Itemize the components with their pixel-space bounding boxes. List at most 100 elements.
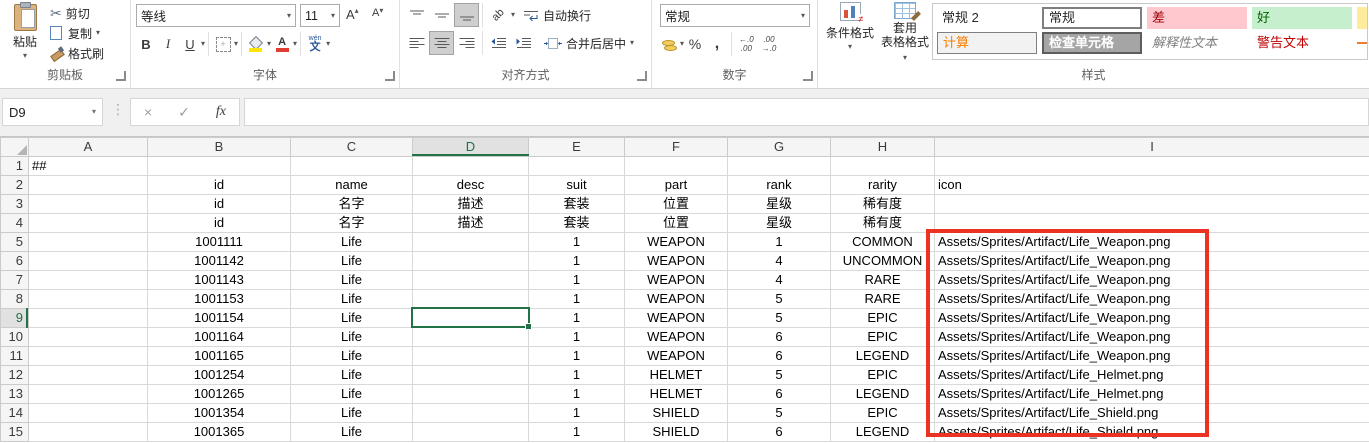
cell-F15[interactable]: SHIELD: [625, 423, 728, 442]
cell-E2[interactable]: suit: [529, 176, 625, 195]
cell-F12[interactable]: HELMET: [625, 366, 728, 385]
cell-style-normal[interactable]: 常规: [1042, 7, 1142, 29]
cell-B5[interactable]: 1001111: [148, 233, 291, 252]
merge-center-button[interactable]: 合并后居中 ▾: [544, 35, 634, 52]
cell-B8[interactable]: 1001153: [148, 290, 291, 309]
format-as-table-button[interactable]: 套用 表格格式 ▾: [878, 2, 932, 63]
row-header-4[interactable]: 4: [1, 214, 29, 233]
row-header-6[interactable]: 6: [1, 252, 29, 271]
cell-D3[interactable]: 描述: [413, 195, 529, 214]
insert-function-icon[interactable]: fx: [216, 104, 226, 120]
cell-D14[interactable]: [413, 404, 529, 423]
cell-A15[interactable]: [29, 423, 148, 442]
align-center-icon[interactable]: [429, 31, 454, 55]
cell-A4[interactable]: [29, 214, 148, 233]
cell-H9[interactable]: EPIC: [831, 309, 935, 328]
fill-handle[interactable]: [525, 323, 532, 330]
cell-A8[interactable]: [29, 290, 148, 309]
active-cell-selection[interactable]: [411, 307, 530, 328]
decrease-decimal-button[interactable]: .00 →.0: [762, 35, 777, 53]
cell-I10[interactable]: Assets/Sprites/Artifact/Life_Weapon.png: [935, 328, 1369, 347]
row-header-15[interactable]: 15: [1, 423, 29, 442]
cell-C10[interactable]: Life: [291, 328, 413, 347]
cell-A5[interactable]: [29, 233, 148, 252]
row-header-2[interactable]: 2: [1, 176, 29, 195]
cell-G9[interactable]: 5: [728, 309, 831, 328]
cell-B4[interactable]: id: [148, 214, 291, 233]
cell-A1[interactable]: ##: [29, 157, 148, 176]
cell-G6[interactable]: 4: [728, 252, 831, 271]
row-header-5[interactable]: 5: [1, 233, 29, 252]
cell-E15[interactable]: 1: [529, 423, 625, 442]
column-header-H[interactable]: H: [831, 138, 935, 157]
conditional-formatting-button[interactable]: ≠ 条件格式 ▾: [824, 2, 876, 51]
cell-A11[interactable]: [29, 347, 148, 366]
cancel-icon[interactable]: ×: [144, 104, 152, 120]
cell-B15[interactable]: 1001365: [148, 423, 291, 442]
cell-B9[interactable]: 1001154: [148, 309, 291, 328]
cell-I14[interactable]: Assets/Sprites/Artifact/Life_Shield.png: [935, 404, 1369, 423]
cell-H11[interactable]: LEGEND: [831, 347, 935, 366]
cell-E4[interactable]: 套装: [529, 214, 625, 233]
cell-I11[interactable]: Assets/Sprites/Artifact/Life_Weapon.png: [935, 347, 1369, 366]
cell-D11[interactable]: [413, 347, 529, 366]
underline-button[interactable]: U: [179, 33, 201, 55]
cell-I13[interactable]: Assets/Sprites/Artifact/Life_Helmet.png: [935, 385, 1369, 404]
cell-H1[interactable]: [831, 157, 935, 176]
column-header-C[interactable]: C: [291, 138, 413, 157]
cell-A6[interactable]: [29, 252, 148, 271]
cell-C2[interactable]: name: [291, 176, 413, 195]
cell-F3[interactable]: 位置: [625, 195, 728, 214]
increase-decimal-button[interactable]: ←.0 .00: [739, 35, 754, 53]
cell-E5[interactable]: 1: [529, 233, 625, 252]
cell-H10[interactable]: EPIC: [831, 328, 935, 347]
cell-G12[interactable]: 5: [728, 366, 831, 385]
row-header-7[interactable]: 7: [1, 271, 29, 290]
cell-G13[interactable]: 6: [728, 385, 831, 404]
cell-I4[interactable]: [935, 214, 1369, 233]
cell-E10[interactable]: 1: [529, 328, 625, 347]
wrap-text-button[interactable]: 自动换行: [523, 7, 591, 24]
cell-E9[interactable]: 1: [529, 309, 625, 328]
row-header-11[interactable]: 11: [1, 347, 29, 366]
cell-G14[interactable]: 5: [728, 404, 831, 423]
cell-F13[interactable]: HELMET: [625, 385, 728, 404]
cell-E6[interactable]: 1: [529, 252, 625, 271]
name-box[interactable]: D9 ▾: [2, 98, 103, 126]
cell-F11[interactable]: WEAPON: [625, 347, 728, 366]
cell-G7[interactable]: 4: [728, 271, 831, 290]
cell-C1[interactable]: [291, 157, 413, 176]
bold-button[interactable]: B: [135, 33, 157, 55]
cell-B1[interactable]: [148, 157, 291, 176]
cell-F2[interactable]: part: [625, 176, 728, 195]
cut-button[interactable]: ✂ 剪切: [50, 5, 104, 21]
font-size-select[interactable]: 11 ▾: [300, 4, 340, 27]
cell-style-good[interactable]: 好: [1252, 7, 1352, 29]
paste-button[interactable]: 粘贴 ▾: [5, 2, 45, 60]
column-header-I[interactable]: I: [935, 138, 1369, 157]
row-header-3[interactable]: 3: [1, 195, 29, 214]
font-name-select[interactable]: 等线 ▾: [136, 4, 296, 27]
cell-D13[interactable]: [413, 385, 529, 404]
cell-F5[interactable]: WEAPON: [625, 233, 728, 252]
column-header-E[interactable]: E: [529, 138, 625, 157]
chevron-down-icon[interactable]: ▾: [234, 40, 238, 48]
cell-D4[interactable]: 描述: [413, 214, 529, 233]
cell-E14[interactable]: 1: [529, 404, 625, 423]
cell-H7[interactable]: RARE: [831, 271, 935, 290]
cell-F10[interactable]: WEAPON: [625, 328, 728, 347]
row-header-13[interactable]: 13: [1, 385, 29, 404]
cell-H13[interactable]: LEGEND: [831, 385, 935, 404]
cell-F14[interactable]: SHIELD: [625, 404, 728, 423]
row-header-10[interactable]: 10: [1, 328, 29, 347]
cell-A3[interactable]: [29, 195, 148, 214]
row-header-9[interactable]: 9: [1, 309, 29, 328]
cell-C12[interactable]: Life: [291, 366, 413, 385]
phonetic-button[interactable]: wén 文: [304, 33, 326, 55]
fill-color-button[interactable]: [245, 33, 267, 55]
cell-style-partial[interactable]: [1357, 7, 1368, 29]
cell-D5[interactable]: [413, 233, 529, 252]
chevron-down-icon[interactable]: ▾: [326, 40, 330, 48]
cell-style-normal2[interactable]: 常规 2: [937, 7, 1037, 29]
cell-B3[interactable]: id: [148, 195, 291, 214]
